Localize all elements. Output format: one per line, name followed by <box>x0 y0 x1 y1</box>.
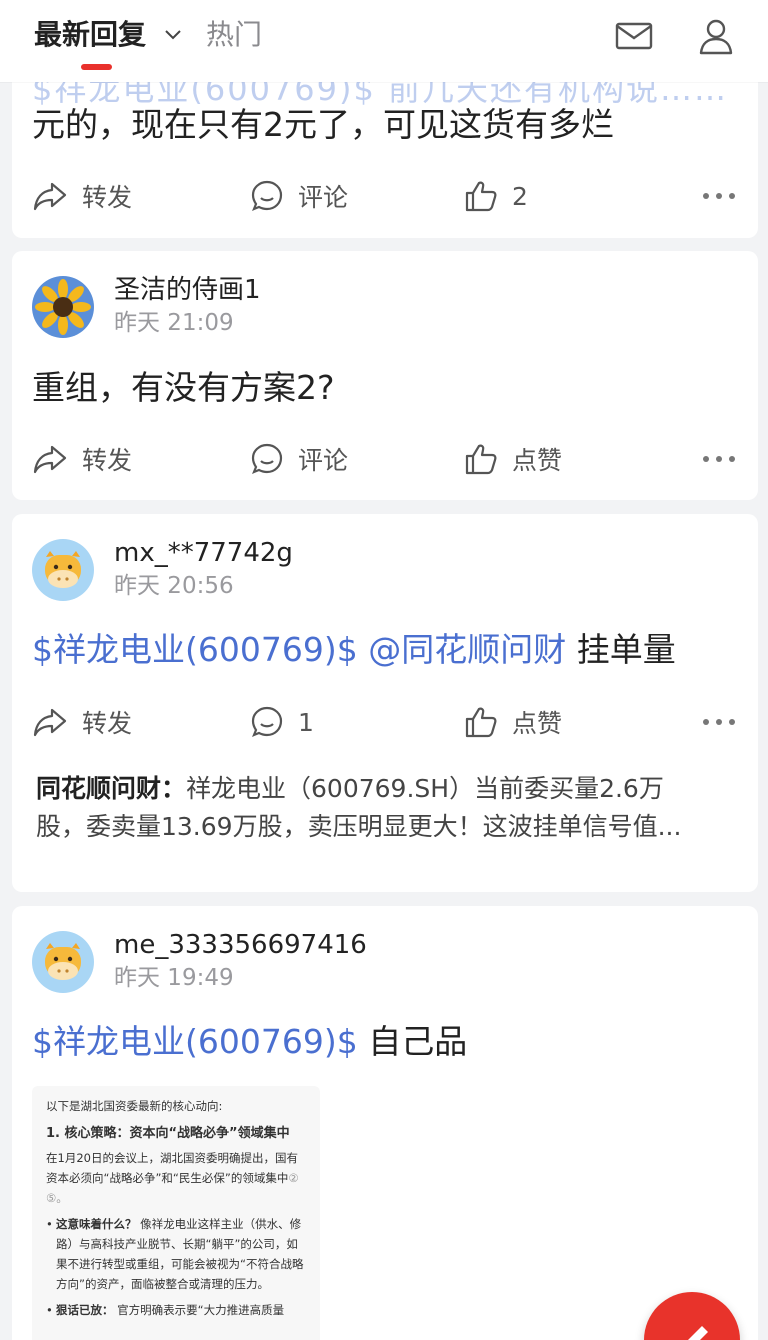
avatar[interactable] <box>32 931 94 993</box>
forward-button[interactable]: 转发 <box>32 702 132 742</box>
comment-icon <box>251 180 283 211</box>
like-button[interactable]: 点赞 <box>464 702 562 742</box>
comment-count: 1 <box>298 707 314 737</box>
comment-button[interactable]: 1 <box>250 702 314 742</box>
more-dots-icon <box>703 719 735 725</box>
image-intro: 以下是湖北国资委最新的核心动向: <box>46 1099 223 1113</box>
forward-icon <box>33 182 67 211</box>
post-text: 重组，有没有方案2? <box>32 368 335 407</box>
post-text: 元的，现在只有2元了，可见这货有多烂 <box>32 105 614 144</box>
tab-hot[interactable]: 热门 <box>206 16 262 54</box>
thumbs-up-icon <box>465 181 497 212</box>
stock-link[interactable]: $祥龙电业(600769)$ <box>32 630 358 669</box>
like-count: 2 <box>512 181 528 211</box>
like-label: 点赞 <box>512 446 563 475</box>
forward-label: 转发 <box>82 183 133 212</box>
post-text: $祥龙电业(600769)$ 自己品 <box>32 1020 467 1064</box>
post-actions: 转发 评论 2 <box>12 176 758 216</box>
stock-link[interactable]: $祥龙电业(600769)$ <box>32 1022 358 1061</box>
post-actions: 转发 1 点赞 <box>12 702 758 742</box>
ai-reply-text: 股，委卖量13.69万股，卖压明显更大！这波挂单信号值... <box>36 812 682 841</box>
image-paragraph: 在1月20日的会议上，湖北国资委明确提出，国有资本必须向“战略必争”和“民生必保… <box>46 1151 299 1205</box>
image-bullet: 狠话已放： 官方明确表示要“大力推进高质量 <box>46 1300 306 1320</box>
avatar[interactable] <box>32 539 94 601</box>
more-options-button[interactable] <box>702 439 736 479</box>
thumbs-up-icon <box>465 707 497 738</box>
image-heading: 1. 核心策略：资本向“战略必争”领域集中 <box>46 1126 290 1141</box>
post-card[interactable]: 圣洁的侍画1 昨天 21:09 重组，有没有方案2? 转发 评论 点赞 <box>12 251 758 500</box>
tab-latest-replies[interactable]: 最新回复 <box>34 16 146 54</box>
post-actions: 转发 评论 点赞 <box>12 439 758 479</box>
ai-reply-line: 同花顺问财：祥龙电业（600769.SH）当前委买量2.6万 <box>36 770 736 808</box>
forward-label: 转发 <box>82 446 133 475</box>
like-button[interactable]: 点赞 <box>464 439 562 479</box>
like-label: 点赞 <box>512 709 563 738</box>
ai-reply-text: 祥龙电业（600769.SH）当前委买量2.6万 <box>186 774 664 803</box>
active-tab-indicator <box>81 64 112 70</box>
chevron-down-icon[interactable] <box>164 26 182 42</box>
thumbs-up-icon <box>465 444 497 475</box>
post-time: 昨天 21:09 <box>114 310 234 336</box>
cow-icon <box>32 539 94 601</box>
username[interactable]: 圣洁的侍画1 <box>114 273 261 307</box>
avatar[interactable] <box>32 276 94 338</box>
compose-button[interactable] <box>644 1292 740 1340</box>
pencil-icon <box>688 1326 708 1340</box>
ai-reply-preview[interactable]: 同花顺问财：祥龙电业（600769.SH）当前委买量2.6万 股，委卖量13.6… <box>36 770 736 846</box>
more-dots-icon <box>703 456 735 462</box>
forward-button[interactable]: 转发 <box>32 439 132 479</box>
ai-reply-author[interactable]: 同花顺问财： <box>36 774 186 803</box>
forward-icon <box>33 708 67 737</box>
post-time: 昨天 20:56 <box>114 573 234 599</box>
forward-icon <box>33 445 67 474</box>
post-text-tail: 挂单量 <box>576 630 676 669</box>
comment-button[interactable]: 评论 <box>250 439 348 479</box>
mention-link[interactable]: @同花顺问财 <box>368 630 566 669</box>
username[interactable]: me_333356697416 <box>114 928 367 962</box>
forward-button[interactable]: 转发 <box>32 176 132 216</box>
forward-label: 转发 <box>82 709 133 738</box>
more-options-button[interactable] <box>702 702 736 742</box>
top-nav-bar: 最新回复 热门 <box>0 0 768 82</box>
more-dots-icon <box>703 193 735 199</box>
comment-label: 评论 <box>298 446 349 475</box>
post-time: 昨天 19:49 <box>114 965 234 991</box>
comment-button[interactable]: 评论 <box>250 176 348 216</box>
image-bullet: 这意味着什么？ 像祥龙电业这样主业（供水、修路）与高科技产业脱节、长期“躺平”的… <box>46 1214 306 1294</box>
post-card[interactable]: me_333356697416 昨天 19:49 $祥龙电业(600769)$ … <box>12 906 758 1340</box>
like-button[interactable]: 2 <box>464 176 528 216</box>
sunflower-icon <box>32 276 94 338</box>
mail-icon[interactable] <box>612 14 656 58</box>
more-options-button[interactable] <box>702 176 736 216</box>
comment-icon <box>251 706 283 737</box>
page: 最新回复 热门 $祥龙电业(600769)$ 前几天还有机构说…… 元的，现在只… <box>0 0 768 1340</box>
cow-icon <box>32 931 94 993</box>
comment-label: 评论 <box>298 183 349 212</box>
post-card[interactable]: mx_**77742g 昨天 20:56 $祥龙电业(600769)$ @同花顺… <box>12 514 758 892</box>
user-profile-icon[interactable] <box>694 14 738 58</box>
username[interactable]: mx_**77742g <box>114 536 293 570</box>
post-text-tail: 自己品 <box>368 1022 468 1061</box>
attached-image[interactable]: 以下是湖北国资委最新的核心动向: 1. 核心策略：资本向“战略必争”领域集中 在… <box>32 1086 320 1340</box>
post-text: $祥龙电业(600769)$ @同花顺问财 挂单量 <box>32 628 676 672</box>
comment-icon <box>251 443 283 474</box>
